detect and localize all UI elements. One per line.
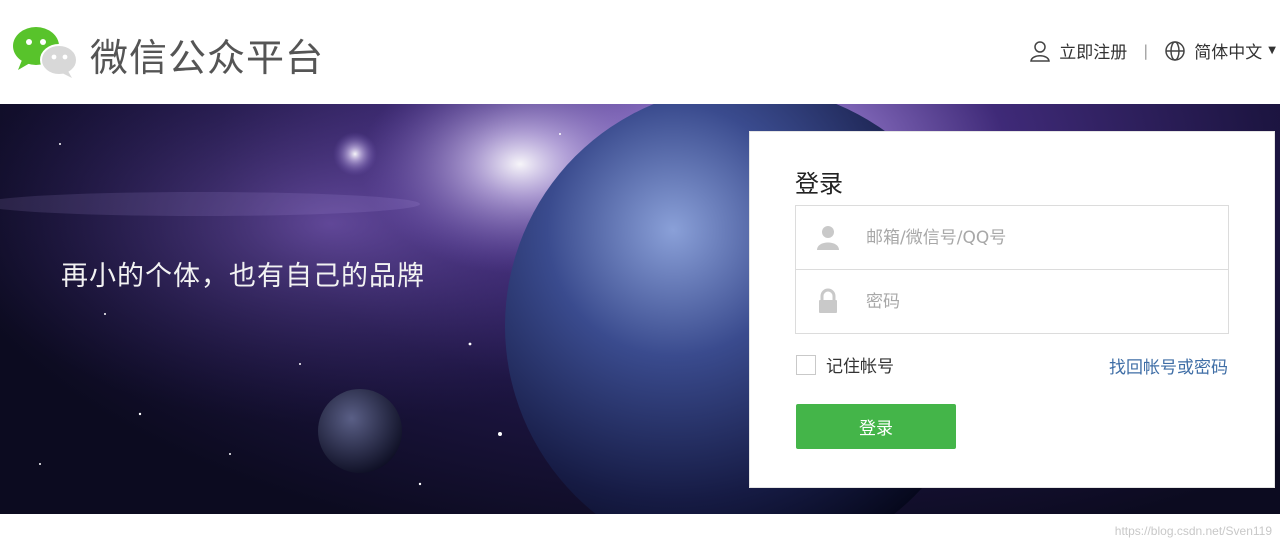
globe-icon <box>1165 40 1186 61</box>
register-link[interactable]: 立即注册 <box>1029 38 1127 63</box>
language-label: 简体中文 <box>1194 43 1263 63</box>
remember-account[interactable]: 记住帐号 <box>796 352 894 377</box>
remember-checkbox[interactable] <box>796 354 816 375</box>
password-input[interactable] <box>866 286 1206 318</box>
separator: | <box>1143 41 1149 60</box>
login-button[interactable]: 登录 <box>796 404 956 449</box>
account-field <box>795 205 1229 270</box>
remember-label: 记住帐号 <box>826 357 894 377</box>
watermark: https://blog.csdn.net/Sven119 <box>1114 524 1272 538</box>
login-panel: 登录 记住帐号 找回帐号或密码 登录 <box>749 131 1275 488</box>
lock-icon <box>819 288 837 313</box>
account-input[interactable] <box>866 222 1206 254</box>
header: 微信公众平台 立即注册 | 简体中文 ▼ <box>0 0 1280 104</box>
user-icon <box>1030 40 1051 62</box>
footer-strip <box>0 514 1280 547</box>
password-field <box>795 269 1229 334</box>
wechat-logo-icon[interactable] <box>12 24 78 78</box>
person-icon <box>817 226 839 250</box>
banner-slogan: 再小的个体，也有自己的品牌 <box>61 261 425 292</box>
forgot-link[interactable]: 找回帐号或密码 <box>1109 353 1228 378</box>
caret-down-icon: ▼ <box>1268 45 1276 56</box>
login-title: 登录 <box>795 170 843 198</box>
brand-title: 微信公众平台 <box>90 36 325 80</box>
language-selector[interactable]: 简体中文 ▼ <box>1164 38 1276 63</box>
top-actions: 立即注册 | 简体中文 ▼ <box>1029 38 1276 63</box>
register-label: 立即注册 <box>1059 43 1128 63</box>
